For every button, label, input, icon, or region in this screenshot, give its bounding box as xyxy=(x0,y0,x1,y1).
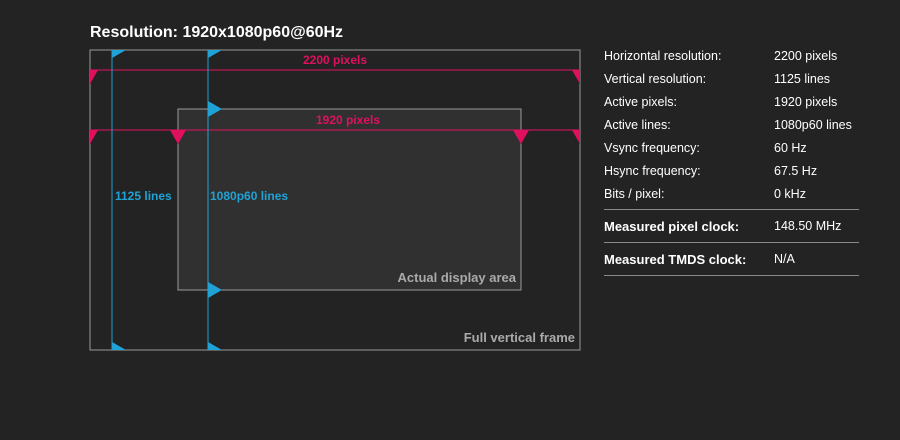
stat-label: Vertical resolution: xyxy=(604,71,707,86)
stat-value: 0 kHz xyxy=(774,186,806,201)
stat-value: 1920 pixels xyxy=(774,94,838,109)
stat-label: Hsync frequency: xyxy=(604,163,701,178)
stat-value: 1080p60 lines xyxy=(774,117,852,132)
full-frame-label: Full vertical frame xyxy=(464,330,575,345)
stat-value: 60 Hz xyxy=(774,140,807,155)
stat-row-measured-pixel-clock: Measured pixel clock: 148.50 MHz xyxy=(604,209,859,242)
stat-value: 67.5 Hz xyxy=(774,163,818,178)
stat-row-bits-per-pixel: Bits / pixel: 0 kHz xyxy=(604,182,859,205)
stat-label: Measured pixel clock: xyxy=(604,218,740,234)
stat-row-measured-tmds-clock: Measured TMDS clock: N/A xyxy=(604,242,859,276)
stat-row-active-pixels: Active pixels: 1920 pixels xyxy=(604,90,859,113)
stat-label: Horizontal resolution: xyxy=(604,48,722,63)
active-height-label: 1080p60 lines xyxy=(210,189,288,203)
stat-row-vsync-frequency: Vsync frequency: 60 Hz xyxy=(604,136,859,159)
stat-value: 1125 lines xyxy=(774,71,831,86)
stat-value: 148.50 MHz xyxy=(774,219,842,233)
stat-row-horizontal-resolution: Horizontal resolution: 2200 pixels xyxy=(604,44,859,67)
stat-row-active-lines: Active lines: 1080p60 lines xyxy=(604,113,859,136)
stat-label: Active lines: xyxy=(604,117,671,132)
stat-value: N/A xyxy=(774,252,795,266)
stat-label: Bits / pixel: xyxy=(604,186,665,201)
stat-label: Vsync frequency: xyxy=(604,140,700,155)
timing-stats-table: Horizontal resolution: 2200 pixels Verti… xyxy=(604,44,859,276)
active-width-label: 1920 pixels xyxy=(316,113,380,127)
stat-value: 2200 pixels xyxy=(774,48,838,63)
stat-label: Measured TMDS clock: xyxy=(604,251,747,267)
total-width-label: 2200 pixels xyxy=(303,53,367,67)
stat-row-vertical-resolution: Vertical resolution: 1125 lines xyxy=(604,67,859,90)
active-area-label: Actual display area xyxy=(398,270,517,285)
stat-row-hsync-frequency: Hsync frequency: 67.5 Hz xyxy=(604,159,859,182)
stat-label: Active pixels: xyxy=(604,94,677,109)
total-height-label: 1125 lines xyxy=(115,189,172,203)
